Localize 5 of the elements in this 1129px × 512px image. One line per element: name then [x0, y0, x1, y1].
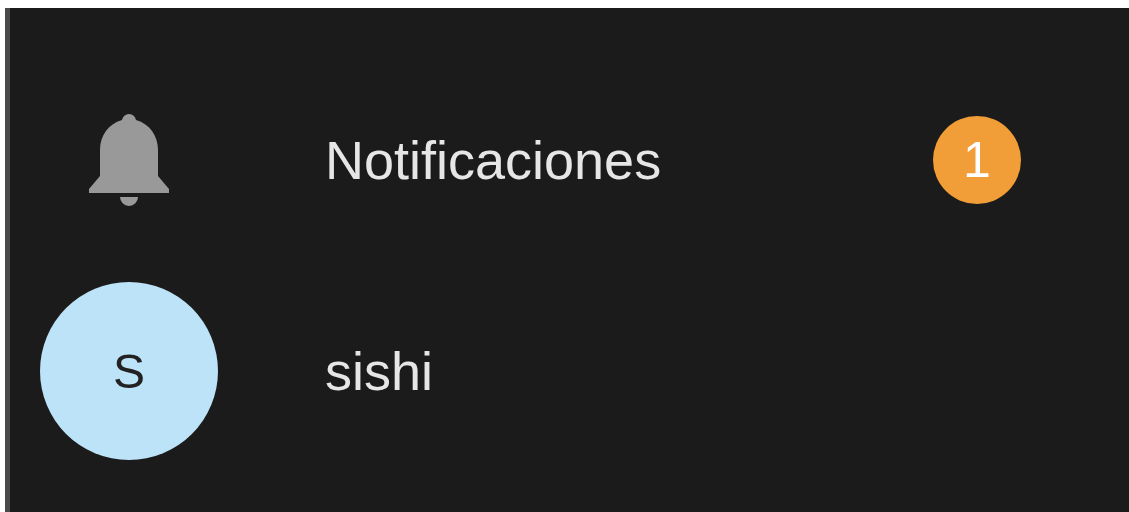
menu-label: Notificaciones — [325, 129, 663, 191]
menu-label: sishi — [325, 340, 435, 402]
user-avatar[interactable]: S — [40, 282, 218, 460]
count-badge: 1 — [933, 116, 1021, 204]
bell-icon[interactable] — [89, 114, 169, 206]
